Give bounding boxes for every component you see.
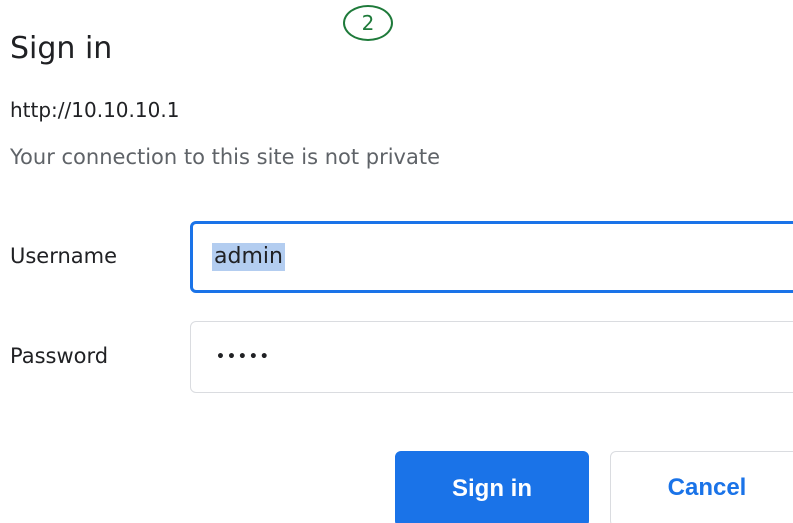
- password-value: •••••: [216, 349, 271, 365]
- privacy-warning: Your connection to this site is not priv…: [10, 145, 441, 169]
- password-label: Password: [10, 344, 109, 368]
- username-label: Username: [10, 244, 118, 268]
- username-input[interactable]: admin: [190, 221, 793, 293]
- sign-in-button[interactable]: Sign in: [395, 451, 589, 523]
- site-url: http://10.10.10.1: [10, 98, 180, 122]
- step-number-marker: 2: [343, 5, 393, 41]
- username-value: admin: [212, 243, 285, 271]
- dialog-title: Sign in: [10, 31, 113, 66]
- password-input[interactable]: •••••: [190, 321, 793, 393]
- cancel-button[interactable]: Cancel: [610, 451, 793, 523]
